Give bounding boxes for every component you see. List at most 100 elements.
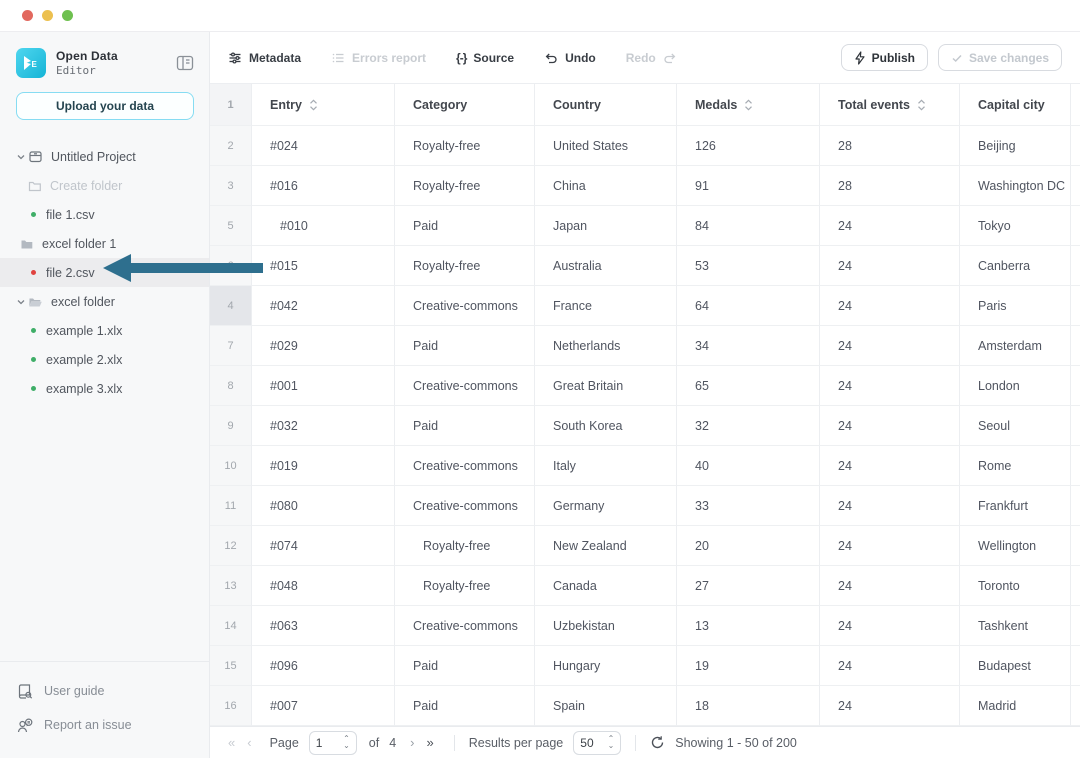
page-number-value[interactable]: 1 bbox=[316, 736, 343, 750]
column-header-entry[interactable]: Entry bbox=[252, 84, 395, 126]
cell-entry[interactable]: #019 bbox=[252, 446, 395, 486]
cell-category[interactable]: Royalty-free bbox=[395, 246, 535, 286]
cell-country[interactable]: Japan bbox=[535, 206, 677, 246]
refresh-icon[interactable] bbox=[650, 735, 665, 750]
row-number-cell[interactable]: 15 bbox=[210, 646, 252, 686]
results-per-page-value[interactable]: 50 bbox=[580, 736, 607, 750]
cell-country[interactable]: Spain bbox=[535, 686, 677, 726]
upload-data-button[interactable]: Upload your data bbox=[16, 92, 194, 120]
cell-total_events[interactable]: 24 bbox=[820, 526, 960, 566]
cell-total_events[interactable]: 24 bbox=[820, 606, 960, 646]
chevron-down-icon[interactable] bbox=[16, 152, 28, 162]
cell-capital[interactable]: Amsterdam bbox=[960, 326, 1071, 366]
row-number-cell[interactable]: 7 bbox=[210, 326, 252, 366]
row-number-cell[interactable]: 2 bbox=[210, 126, 252, 166]
cell-capital[interactable]: Frankfurt bbox=[960, 486, 1071, 526]
cell-category[interactable]: Creative-commons bbox=[395, 606, 535, 646]
cell-total_events[interactable]: 24 bbox=[820, 686, 960, 726]
cell-country[interactable]: Germany bbox=[535, 486, 677, 526]
tree-item-file-1-csv[interactable]: file 1.csv bbox=[0, 200, 209, 229]
cell-capital[interactable]: Madrid bbox=[960, 686, 1071, 726]
row-number-cell[interactable]: 4 bbox=[210, 286, 252, 326]
close-window-icon[interactable] bbox=[22, 10, 33, 21]
cell-category[interactable]: Creative-commons bbox=[395, 486, 535, 526]
metadata-button[interactable]: Metadata bbox=[228, 51, 301, 65]
cell-category[interactable]: Paid bbox=[395, 686, 535, 726]
cell-capital[interactable]: Wellington bbox=[960, 526, 1071, 566]
cell-total_events[interactable]: 24 bbox=[820, 406, 960, 446]
first-page-button[interactable]: « bbox=[222, 735, 241, 750]
last-page-button[interactable]: » bbox=[421, 735, 440, 750]
cell-capital[interactable]: Rome bbox=[960, 446, 1071, 486]
cell-medals[interactable]: 27 bbox=[677, 566, 820, 606]
source-button[interactable]: {-} Source bbox=[456, 51, 514, 65]
cell-capital[interactable]: Beijing bbox=[960, 126, 1071, 166]
cell-entry[interactable]: #096 bbox=[252, 646, 395, 686]
tree-item-example-3-xlx[interactable]: example 3.xlx bbox=[0, 374, 209, 403]
cell-medals[interactable]: 33 bbox=[677, 486, 820, 526]
cell-entry[interactable]: #016 bbox=[252, 166, 395, 206]
cell-medals[interactable]: 34 bbox=[677, 326, 820, 366]
cell-capital[interactable]: Paris bbox=[960, 286, 1071, 326]
cell-total_events[interactable]: 24 bbox=[820, 646, 960, 686]
user-guide-link[interactable]: User guide bbox=[16, 682, 193, 700]
report-issue-link[interactable]: Report an issue bbox=[16, 716, 193, 734]
cell-medals[interactable]: 18 bbox=[677, 686, 820, 726]
tree-item-create-folder[interactable]: Create folder bbox=[0, 171, 209, 200]
cell-total_events[interactable]: 24 bbox=[820, 486, 960, 526]
cell-category[interactable]: Royalty-free bbox=[395, 526, 535, 566]
tree-item-example-1-xlx[interactable]: example 1.xlx bbox=[0, 316, 209, 345]
cell-total_events[interactable]: 24 bbox=[820, 366, 960, 406]
cell-entry[interactable]: #024 bbox=[252, 126, 395, 166]
cell-total_events[interactable]: 24 bbox=[820, 246, 960, 286]
row-number-cell[interactable]: 14 bbox=[210, 606, 252, 646]
cell-country[interactable]: South Korea bbox=[535, 406, 677, 446]
tree-item-excel-folder-1[interactable]: excel folder 1 bbox=[0, 229, 209, 258]
cell-category[interactable]: Royalty-free bbox=[395, 126, 535, 166]
cell-category[interactable]: Paid bbox=[395, 646, 535, 686]
cell-medals[interactable]: 20 bbox=[677, 526, 820, 566]
row-number-cell[interactable]: 16 bbox=[210, 686, 252, 726]
cell-entry[interactable]: #042 bbox=[252, 286, 395, 326]
cell-category[interactable]: Paid bbox=[395, 326, 535, 366]
cell-country[interactable]: Australia bbox=[535, 246, 677, 286]
cell-capital[interactable]: Tokyo bbox=[960, 206, 1071, 246]
tree-item-example-2-xlx[interactable]: example 2.xlx bbox=[0, 345, 209, 374]
cell-category[interactable]: Creative-commons bbox=[395, 366, 535, 406]
tree-item-file-2-csv[interactable]: file 2.csv bbox=[0, 258, 209, 287]
cell-country[interactable]: Canada bbox=[535, 566, 677, 606]
cell-medals[interactable]: 84 bbox=[677, 206, 820, 246]
cell-total_events[interactable]: 24 bbox=[820, 286, 960, 326]
cell-medals[interactable]: 32 bbox=[677, 406, 820, 446]
cell-entry[interactable]: #074 bbox=[252, 526, 395, 566]
row-number-cell[interactable]: 3 bbox=[210, 166, 252, 206]
errors-report-button[interactable]: Errors report bbox=[331, 51, 426, 65]
row-number-cell[interactable]: 12 bbox=[210, 526, 252, 566]
row-number-cell[interactable]: 8 bbox=[210, 366, 252, 406]
row-number-cell[interactable]: 5 bbox=[210, 206, 252, 246]
column-header-medals[interactable]: Medals bbox=[677, 84, 820, 126]
page-number-stepper[interactable]: 1 ⌃⌄ bbox=[309, 731, 357, 755]
cell-country[interactable]: New Zealand bbox=[535, 526, 677, 566]
cell-total_events[interactable]: 24 bbox=[820, 566, 960, 606]
stepper-arrows-icon[interactable]: ⌃⌄ bbox=[608, 736, 615, 750]
tree-item-excel-folder[interactable]: excel folder bbox=[0, 287, 209, 316]
cell-country[interactable]: China bbox=[535, 166, 677, 206]
cell-medals[interactable]: 13 bbox=[677, 606, 820, 646]
cell-country[interactable]: United States bbox=[535, 126, 677, 166]
maximize-window-icon[interactable] bbox=[62, 10, 73, 21]
row-number-cell[interactable]: 11 bbox=[210, 486, 252, 526]
cell-category[interactable]: Paid bbox=[395, 206, 535, 246]
cell-medals[interactable]: 65 bbox=[677, 366, 820, 406]
cell-total_events[interactable]: 24 bbox=[820, 326, 960, 366]
redo-button[interactable]: Redo bbox=[626, 51, 677, 65]
cell-total_events[interactable]: 24 bbox=[820, 206, 960, 246]
cell-country[interactable]: Hungary bbox=[535, 646, 677, 686]
cell-medals[interactable]: 19 bbox=[677, 646, 820, 686]
cell-capital[interactable]: Budapest bbox=[960, 646, 1071, 686]
cell-capital[interactable]: Seoul bbox=[960, 406, 1071, 446]
cell-capital[interactable]: Tashkent bbox=[960, 606, 1071, 646]
cell-category[interactable]: Creative-commons bbox=[395, 286, 535, 326]
cell-country[interactable]: Great Britain bbox=[535, 366, 677, 406]
cell-capital[interactable]: London bbox=[960, 366, 1071, 406]
